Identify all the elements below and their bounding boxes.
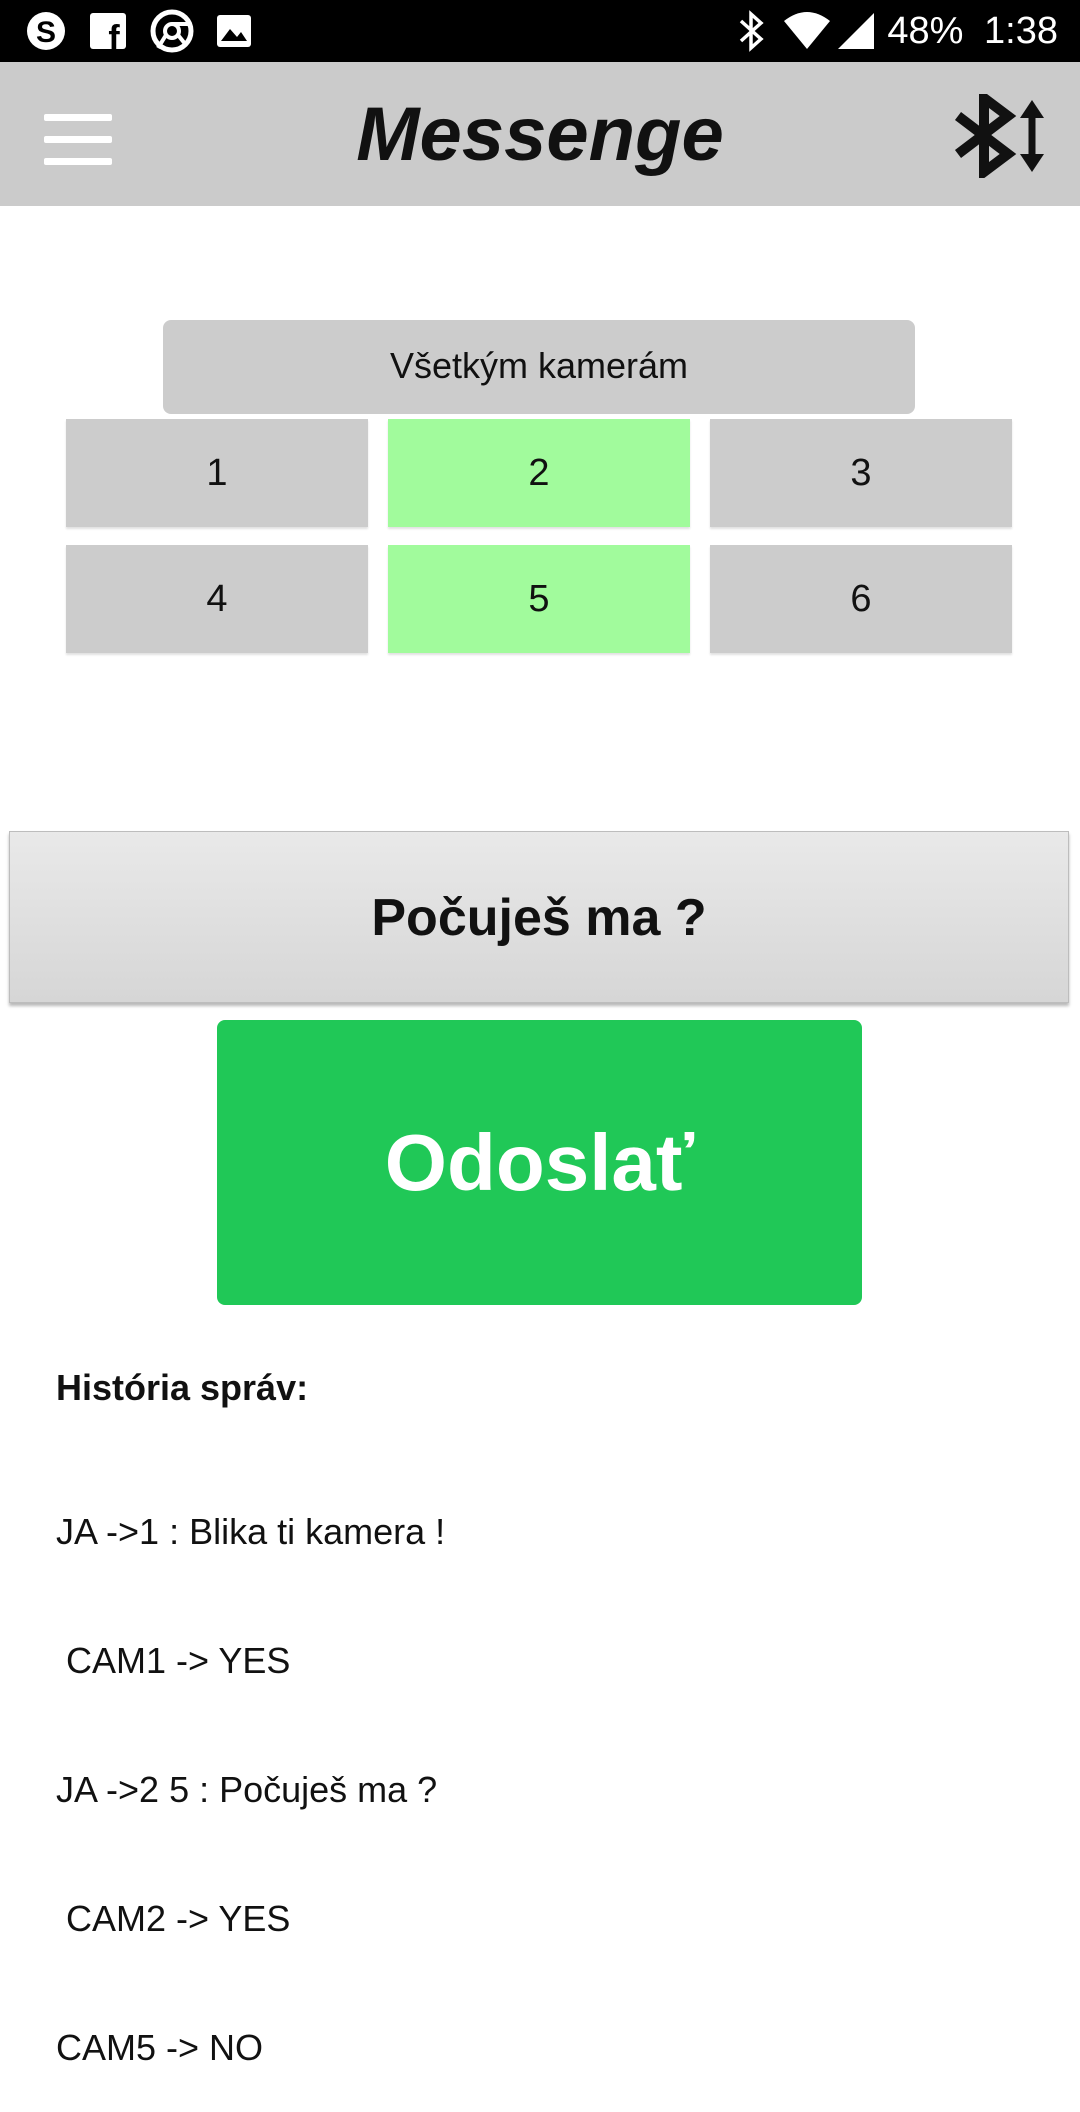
status-bar: S f 48% 1:38 [0,0,1080,62]
history-line: CAM5 -> NO [56,2027,264,2068]
history-line: JA ->2 5 : Počuješ ma ? [56,1769,438,1810]
gallery-icon [217,15,251,47]
clock: 1:38 [984,10,1058,52]
battery-percent: 48% [887,10,964,52]
skype-icon: S [27,12,65,50]
history-line: CAM1 -> YES [56,1640,291,1681]
page-title: Messenge [356,92,724,177]
wifi-icon [784,12,830,49]
chrome-icon [150,9,194,53]
svg-text:S: S [36,16,56,49]
camera-button-2[interactable]: 2 [388,419,690,527]
history-log: JA ->1 : Blika ti kamera ! CAM1 -> YES J… [56,1424,445,2112]
all-cameras-button[interactable]: Všetkým kamerám [163,320,915,414]
camera-button-5[interactable]: 5 [388,545,690,653]
svg-text:f: f [108,19,120,53]
facebook-icon: f [90,13,126,53]
bluetooth-transfer-icon[interactable] [950,94,1050,178]
history-line: JA ->1 : Blika ti kamera ! [56,1511,446,1552]
camera-button-3[interactable]: 3 [710,419,1012,527]
history-line: CAM2 -> YES [56,1898,291,1939]
camera-button-4[interactable]: 4 [66,545,368,653]
battery-time: 48% 1:38 [887,8,1058,54]
app-bar: Messenge [0,62,1080,206]
camera-button-1[interactable]: 1 [66,419,368,527]
signal-icon [838,13,874,49]
history-label: História správ: [56,1367,309,1408]
camera-button-6[interactable]: 6 [710,545,1012,653]
bluetooth-icon [739,10,764,52]
message-input[interactable]: Počuješ ma ? [9,831,1069,1003]
send-button[interactable]: Odoslať [217,1020,862,1305]
